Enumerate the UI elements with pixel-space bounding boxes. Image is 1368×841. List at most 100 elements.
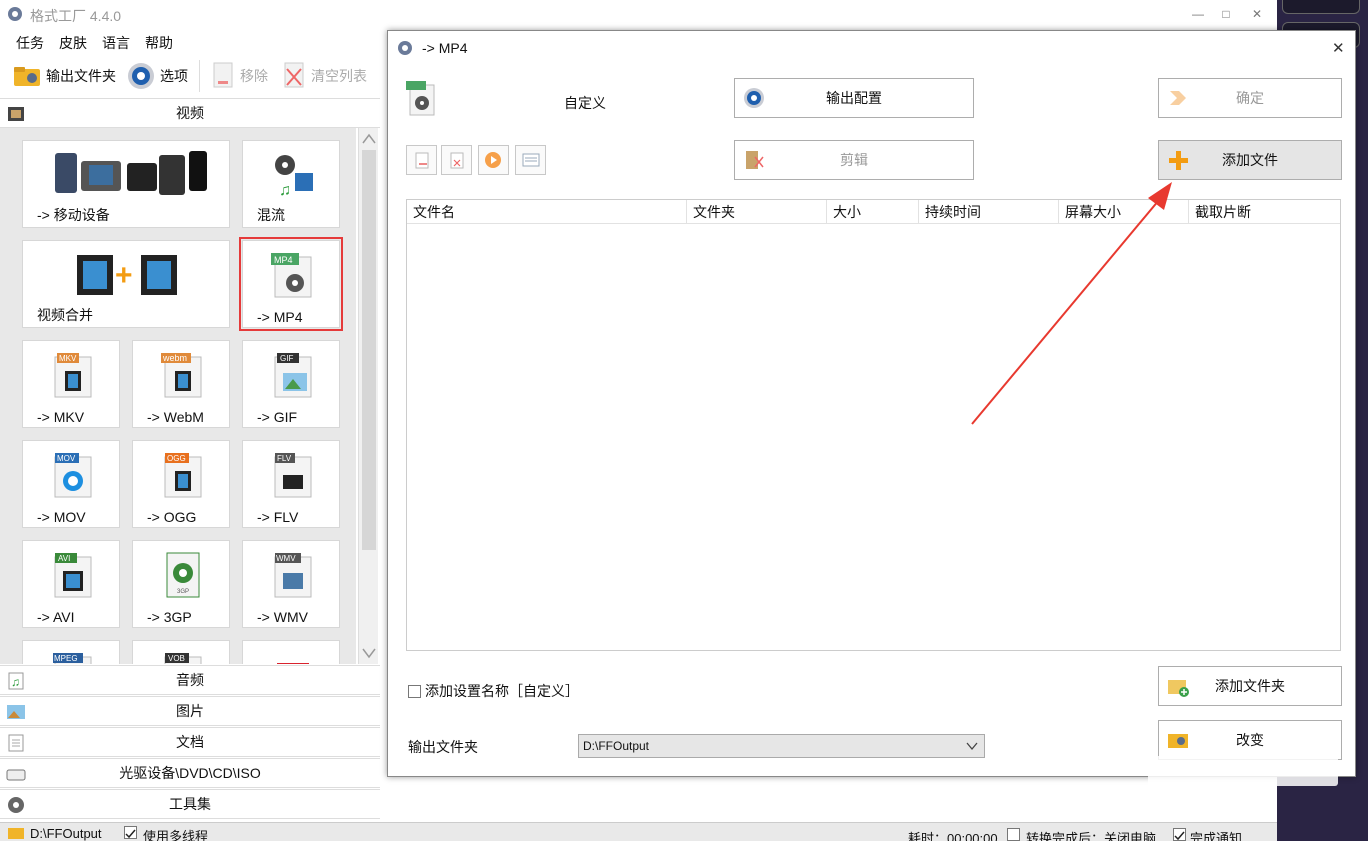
category-video[interactable]: 视频 <box>0 98 380 128</box>
minimize-button[interactable]: — <box>1184 4 1212 24</box>
add-setting-name-label: 添加设置名称［自定义］ <box>425 683 579 699</box>
category-audio-label: 音频 <box>176 672 204 688</box>
3gp-file-icon: 3GP <box>166 552 200 598</box>
category-document[interactable]: 文档 <box>0 727 380 757</box>
dialog-logo-icon <box>398 41 412 55</box>
tile-wmv-label: -> WMV <box>257 609 308 625</box>
tile-swf[interactable] <box>242 640 340 664</box>
close-button[interactable]: ✕ <box>1243 4 1271 24</box>
folder-icon <box>1168 734 1188 748</box>
svg-text:MOV: MOV <box>57 454 76 463</box>
category-image[interactable]: 图片 <box>0 696 380 726</box>
svg-text:OGG: OGG <box>167 454 186 463</box>
col-size[interactable]: 大小 <box>827 200 919 224</box>
change-button[interactable]: 改变 <box>1158 720 1342 760</box>
app-title: 格式工厂 4.4.0 <box>30 8 122 24</box>
tile-mov[interactable]: MOV -> MOV <box>22 440 120 528</box>
menu-language[interactable]: 语言 <box>102 33 130 53</box>
output-folder-button[interactable]: 输出文件夹 <box>12 60 116 92</box>
grid-scrollbar[interactable] <box>358 128 378 664</box>
tile-mobile[interactable]: -> 移动设备 <box>22 140 230 228</box>
menu-skin[interactable]: 皮肤 <box>59 33 87 53</box>
dialog-close-button[interactable]: ✕ <box>1332 39 1345 57</box>
category-tools-label: 工具集 <box>169 796 211 812</box>
document-icon <box>8 734 24 752</box>
add-setting-name-checkbox[interactable] <box>408 684 421 698</box>
remove-label: 移除 <box>240 68 268 84</box>
mpeg-file-icon: MPEG <box>53 653 92 664</box>
add-folder-button[interactable]: 添加文件夹 <box>1158 666 1342 706</box>
tools-gear-icon <box>8 797 24 813</box>
multithread-checkbox[interactable] <box>124 826 137 839</box>
options-label: 选项 <box>160 68 188 84</box>
tile-3gp[interactable]: 3GP -> 3GP <box>132 540 230 628</box>
tile-merge[interactable]: + 视频合并 <box>22 240 230 328</box>
scroll-thumb[interactable] <box>362 150 376 550</box>
tile-mpeg[interactable]: MPEG <box>22 640 120 664</box>
category-image-label: 图片 <box>176 703 204 719</box>
clear-list-button[interactable]: 清空列表 <box>281 60 367 92</box>
menu-task[interactable]: 任务 <box>16 33 44 53</box>
output-folder-select[interactable]: D:\FFOutput <box>578 734 985 758</box>
tile-avi[interactable]: AVI -> AVI <box>22 540 120 628</box>
info-button[interactable] <box>515 145 546 175</box>
clear-files-button[interactable] <box>441 145 472 175</box>
status-path: D:\FFOutput <box>30 826 102 841</box>
menu-help[interactable]: 帮助 <box>145 33 173 53</box>
app-logo-icon <box>8 7 22 21</box>
category-audio[interactable]: ♫ 音频 <box>0 665 380 695</box>
remove-file-button[interactable] <box>406 145 437 175</box>
remove-button[interactable]: 移除 <box>210 60 268 92</box>
tile-flv[interactable]: FLV -> FLV <box>242 440 340 528</box>
scroll-up-icon[interactable] <box>361 132 377 146</box>
avi-file-icon: AVI <box>54 553 92 598</box>
tile-vob[interactable]: VOB <box>132 640 230 664</box>
svg-text:MKV: MKV <box>59 354 77 363</box>
maximize-button[interactable]: □ <box>1212 4 1240 24</box>
info-window-icon <box>522 153 540 167</box>
tile-gif-label: -> GIF <box>257 409 298 425</box>
col-filename[interactable]: 文件名 <box>407 200 687 224</box>
after-done-checkbox[interactable] <box>1007 828 1020 841</box>
watermark <box>1148 756 1338 786</box>
clip-button[interactable]: 剪辑 <box>734 140 974 180</box>
ok-button[interactable]: 确定 <box>1158 78 1342 118</box>
tile-webm[interactable]: webm -> WebM <box>132 340 230 428</box>
output-config-button[interactable]: 输出配置 <box>734 78 974 118</box>
drive-icon <box>6 769 26 781</box>
remove-doc-icon <box>415 152 429 169</box>
col-folder[interactable]: 文件夹 <box>687 200 827 224</box>
clear-list-icon <box>284 62 304 88</box>
category-tools[interactable]: 工具集 <box>0 789 380 819</box>
gear-icon <box>744 88 764 108</box>
add-setting-name-option[interactable]: 添加设置名称［自定义］ <box>408 681 579 701</box>
tile-mp4-label: -> MP4 <box>257 309 303 325</box>
chevron-down-icon <box>966 742 978 751</box>
category-optical[interactable]: 光驱设备\DVD\CD\ISO <box>0 758 380 788</box>
mobile-devices-icon <box>55 151 207 195</box>
webm-file-icon: webm <box>161 353 202 398</box>
mp4-profile-icon <box>406 81 435 116</box>
check-icon <box>125 829 136 839</box>
tile-ogg[interactable]: OGG -> OGG <box>132 440 230 528</box>
merge-icon: + <box>77 255 177 295</box>
file-table[interactable]: 文件名 文件夹 大小 持续时间 屏幕大小 截取片断 <box>406 199 1341 651</box>
tile-3gp-label: -> 3GP <box>147 609 192 625</box>
tile-wmv[interactable]: WMV -> WMV <box>242 540 340 628</box>
tile-mp4[interactable]: MP4 -> MP4 <box>239 237 343 331</box>
options-button[interactable]: 选项 <box>126 60 188 92</box>
after-done-label: 转换完成后：关闭电脑 <box>1026 831 1157 841</box>
col-clip-segment[interactable]: 截取片断 <box>1189 200 1340 224</box>
tile-mux[interactable]: ♫ 混流 <box>242 140 340 228</box>
ok-label: 确定 <box>1236 90 1264 106</box>
notify-checkbox[interactable] <box>1173 828 1186 841</box>
output-folder-value: D:\FFOutput <box>583 739 650 753</box>
scroll-down-icon[interactable] <box>361 646 377 660</box>
elapsed-time: 耗时：00:00:00 <box>908 831 998 841</box>
output-folder-label: 输出文件夹 <box>46 68 116 84</box>
tile-mkv[interactable]: MKV -> MKV <box>22 340 120 428</box>
tile-gif[interactable]: GIF -> GIF <box>242 340 340 428</box>
play-button[interactable] <box>478 145 509 175</box>
status-folder-icon <box>8 828 24 839</box>
category-video-label: 视频 <box>176 105 204 121</box>
